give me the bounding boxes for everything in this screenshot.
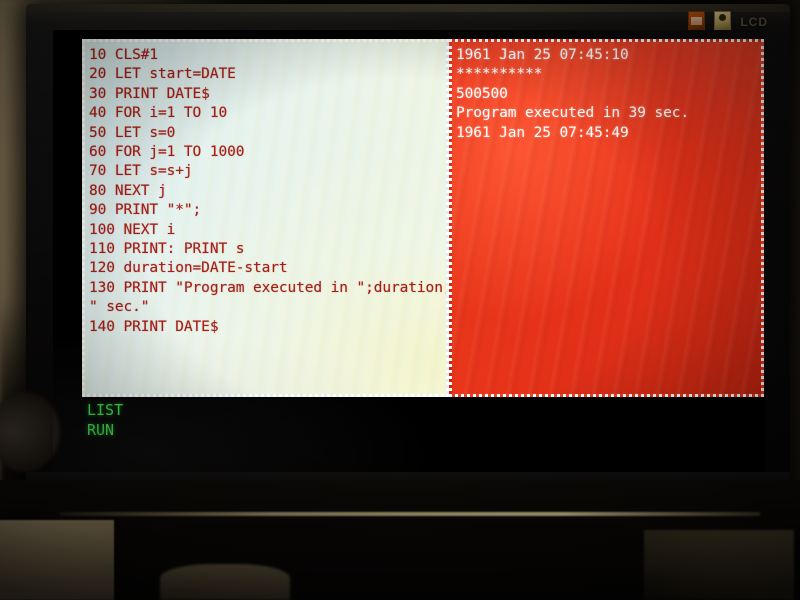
- desk-edge-highlight: [60, 512, 760, 516]
- code-line: 40 FOR i=1 TO 10: [89, 105, 228, 122]
- code-line: 70 LET s=s+j: [89, 163, 193, 180]
- output-line-start-timestamp: 1961 Jan 25 07:45:10: [456, 47, 629, 63]
- code-line: 120 duration=DATE-start: [89, 260, 288, 277]
- monitor: LCD 10 CLS#1 20 LET start=DATE 30 PRINT …: [26, 4, 790, 532]
- output-text: 1961 Jan 25 07:45:10 ********** 500500 P…: [452, 42, 761, 143]
- output-line-duration: Program executed in 39 sec.: [456, 105, 690, 122]
- code-listing-pane[interactable]: 10 CLS#1 20 LET start=DATE 30 PRINT DATE…: [82, 39, 449, 397]
- code-line-wrapped: " sec.": [89, 299, 150, 316]
- desk-object-right: [644, 530, 794, 600]
- output-pane[interactable]: 1961 Jan 25 07:45:10 ********** 500500 P…: [449, 39, 764, 397]
- code-line: 30 PRINT DATE$: [89, 85, 210, 102]
- code-line: 60 FOR j=1 TO 1000: [89, 144, 245, 161]
- code-line: 90 PRINT "*";: [89, 202, 202, 219]
- code-line: 50 LET s=0: [89, 124, 176, 141]
- energy-rating-sticker: [688, 11, 706, 32]
- code-line: 10 CLS#1: [89, 47, 159, 63]
- screen: 10 CLS#1 20 LET start=DATE 30 PRINT DATE…: [53, 30, 765, 472]
- code-listing-text: 10 CLS#1 20 LET start=DATE 30 PRINT DATE…: [85, 42, 446, 337]
- code-line: 100 NEXT i: [89, 221, 176, 238]
- lcd-label: LCD: [740, 14, 768, 29]
- photo-scene: LCD 10 CLS#1 20 LET start=DATE 30 PRINT …: [0, 0, 800, 600]
- code-line: 140 PRINT DATE$: [89, 318, 219, 335]
- console-area[interactable]: LIST RUN: [82, 401, 765, 440]
- desk-object-left: [0, 520, 114, 600]
- code-line: 130 PRINT "Program executed in ";duratio…: [89, 279, 449, 296]
- output-line-asterisks: **********: [456, 66, 543, 83]
- output-line-end-timestamp: 1961 Jan 25 07:45:49: [456, 124, 629, 141]
- award-seal-sticker: [714, 11, 732, 32]
- console-command-run: RUN: [87, 420, 115, 439]
- console-command-list: LIST: [87, 401, 124, 419]
- code-line: 80 NEXT j: [89, 182, 167, 199]
- code-line: 110 PRINT: PRINT s: [89, 241, 245, 258]
- desk-object-middle: [160, 564, 290, 600]
- bezel-sticker-group: LCD: [688, 11, 768, 32]
- split-screen-panes: 10 CLS#1 20 LET start=DATE 30 PRINT DATE…: [82, 39, 764, 397]
- output-line-sum: 500500: [456, 85, 508, 102]
- code-line: 20 LET start=DATE: [89, 66, 236, 83]
